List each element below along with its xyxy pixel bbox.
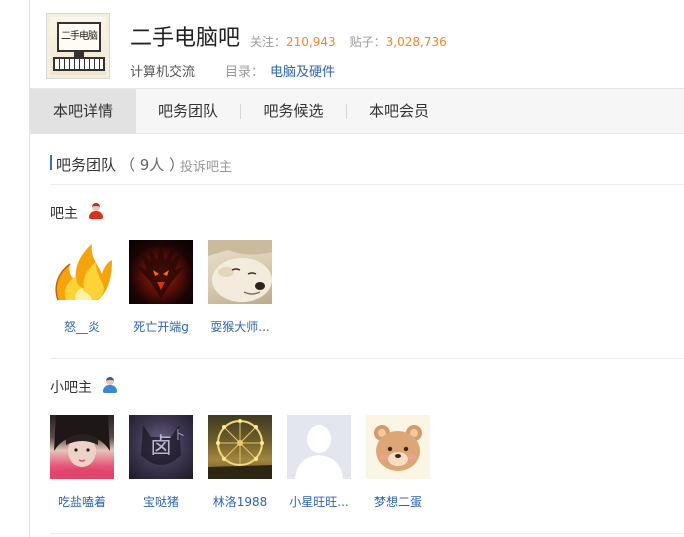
keyboard-icon <box>53 57 105 71</box>
posts-label: 贴子： <box>349 35 386 49</box>
member-name[interactable]: 梦想二蛋 <box>358 493 438 510</box>
moderator-role-label: 小吧主 <box>50 380 92 396</box>
ferris-wheel-avatar[interactable] <box>208 415 272 479</box>
member-name[interactable]: 怒__炎 <box>42 318 122 335</box>
flame-avatar[interactable] <box>50 240 114 304</box>
default-avatar[interactable] <box>287 415 351 479</box>
demon-avatar[interactable] <box>129 240 193 304</box>
forum-name[interactable]: 二手电脑吧 <box>130 20 240 52</box>
follow-count: 210,943 <box>286 35 336 49</box>
forum-tabs: 本吧详情 吧务团队 吧务候选 本吧会员 <box>30 88 684 134</box>
forum-header: 二手电脑 二手电脑吧 关注：210,943 贴子：3,028,736 计算机交流 目… <box>30 0 684 88</box>
section-divider <box>50 184 684 185</box>
forum-category-row: 计算机交流 目录： 电脑及硬件 <box>130 61 335 80</box>
svg-text:卤: 卤 <box>150 434 172 459</box>
forum-stats: 关注：210,943 贴子：3,028,736 <box>250 33 447 50</box>
owner-person-icon <box>88 203 104 219</box>
tab-forum-details[interactable]: 本吧详情 <box>30 89 136 134</box>
directory-label: 目录： <box>225 65 265 80</box>
member-name[interactable]: 耍猴大师... <box>200 318 280 335</box>
tab-team[interactable]: 吧务团队 <box>136 89 240 134</box>
dog-avatar[interactable] <box>208 240 272 304</box>
bear-avatar[interactable] <box>366 415 430 479</box>
svg-text:卜: 卜 <box>173 428 185 442</box>
tab-candidates[interactable]: 吧务候选 <box>241 89 346 134</box>
cat-avatar[interactable]: 卤 卜 <box>129 415 193 479</box>
owner-role-label: 吧主 <box>50 206 78 222</box>
moderator-person-icon <box>102 377 118 393</box>
report-owner-link[interactable]: 投诉吧主 <box>180 156 232 175</box>
team-count: （ 9人 ） <box>120 156 185 174</box>
computer-logo-icon: 二手电脑 <box>50 17 106 75</box>
member-name[interactable]: 小星旺旺... <box>279 493 359 510</box>
member-name[interactable]: 林洛1988 <box>200 493 280 510</box>
section-title: 吧务团队 <box>56 156 117 174</box>
directory-link[interactable]: 电脑及硬件 <box>270 65 335 80</box>
member-name[interactable]: 死亡开端g <box>121 318 201 335</box>
girl-avatar[interactable] <box>50 415 114 479</box>
follow-label: 关注： <box>250 35 287 49</box>
forum-team-page: 二手电脑 二手电脑吧 关注：210,943 贴子：3,028,736 计算机交流 目… <box>0 0 684 537</box>
owner-divider <box>50 358 684 359</box>
moderator-divider <box>50 533 684 534</box>
member-name[interactable]: 吃盐嗑着 <box>42 493 122 510</box>
logo-screen-text: 二手电脑 <box>57 22 101 52</box>
member-name[interactable]: 宝哒猪 <box>121 493 201 510</box>
tab-members[interactable]: 本吧会员 <box>347 89 451 134</box>
forum-category: 计算机交流 <box>130 65 196 80</box>
section-accent-bar <box>50 155 52 170</box>
posts-count: 3,028,736 <box>385 35 447 49</box>
forum-logo[interactable]: 二手电脑 <box>46 13 110 79</box>
